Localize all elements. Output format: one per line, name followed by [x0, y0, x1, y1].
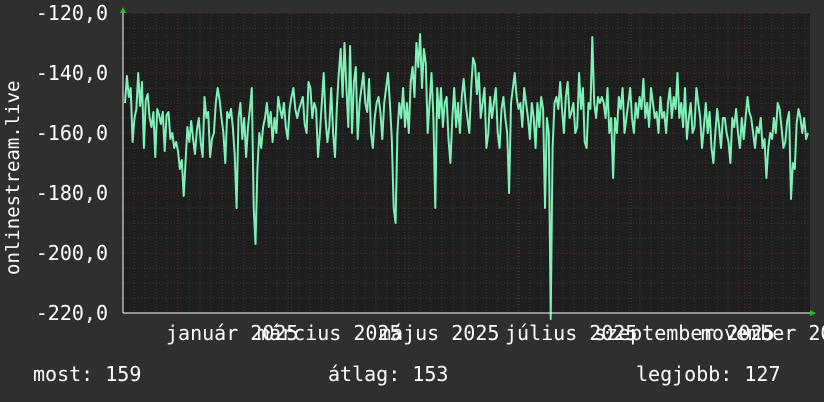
y-tick-label: -140,0	[36, 61, 108, 85]
y-axis-label: onlinestream.live	[2, 81, 24, 275]
x-tick-label: május 2025	[379, 321, 499, 345]
line-chart: -120,0 -140,0 -160,0 -180,0 -200,0 -220,0 jan…	[0, 0, 824, 402]
y-tick-label: -220,0	[36, 301, 108, 325]
x-tick-label: november 2025	[700, 321, 824, 345]
y-tick-label: -160,0	[36, 121, 108, 145]
y-tick-label: -200,0	[36, 241, 108, 265]
stat-average: átlag: 153	[328, 362, 449, 386]
x-axis-ticks: január 2025március 2025május 2025 július …	[166, 321, 824, 345]
y-tick-label: -120,0	[36, 1, 108, 25]
stat-current: most: 159	[33, 362, 142, 386]
stat-best: legjobb: 127	[636, 362, 781, 386]
y-tick-label: -180,0	[36, 181, 108, 205]
